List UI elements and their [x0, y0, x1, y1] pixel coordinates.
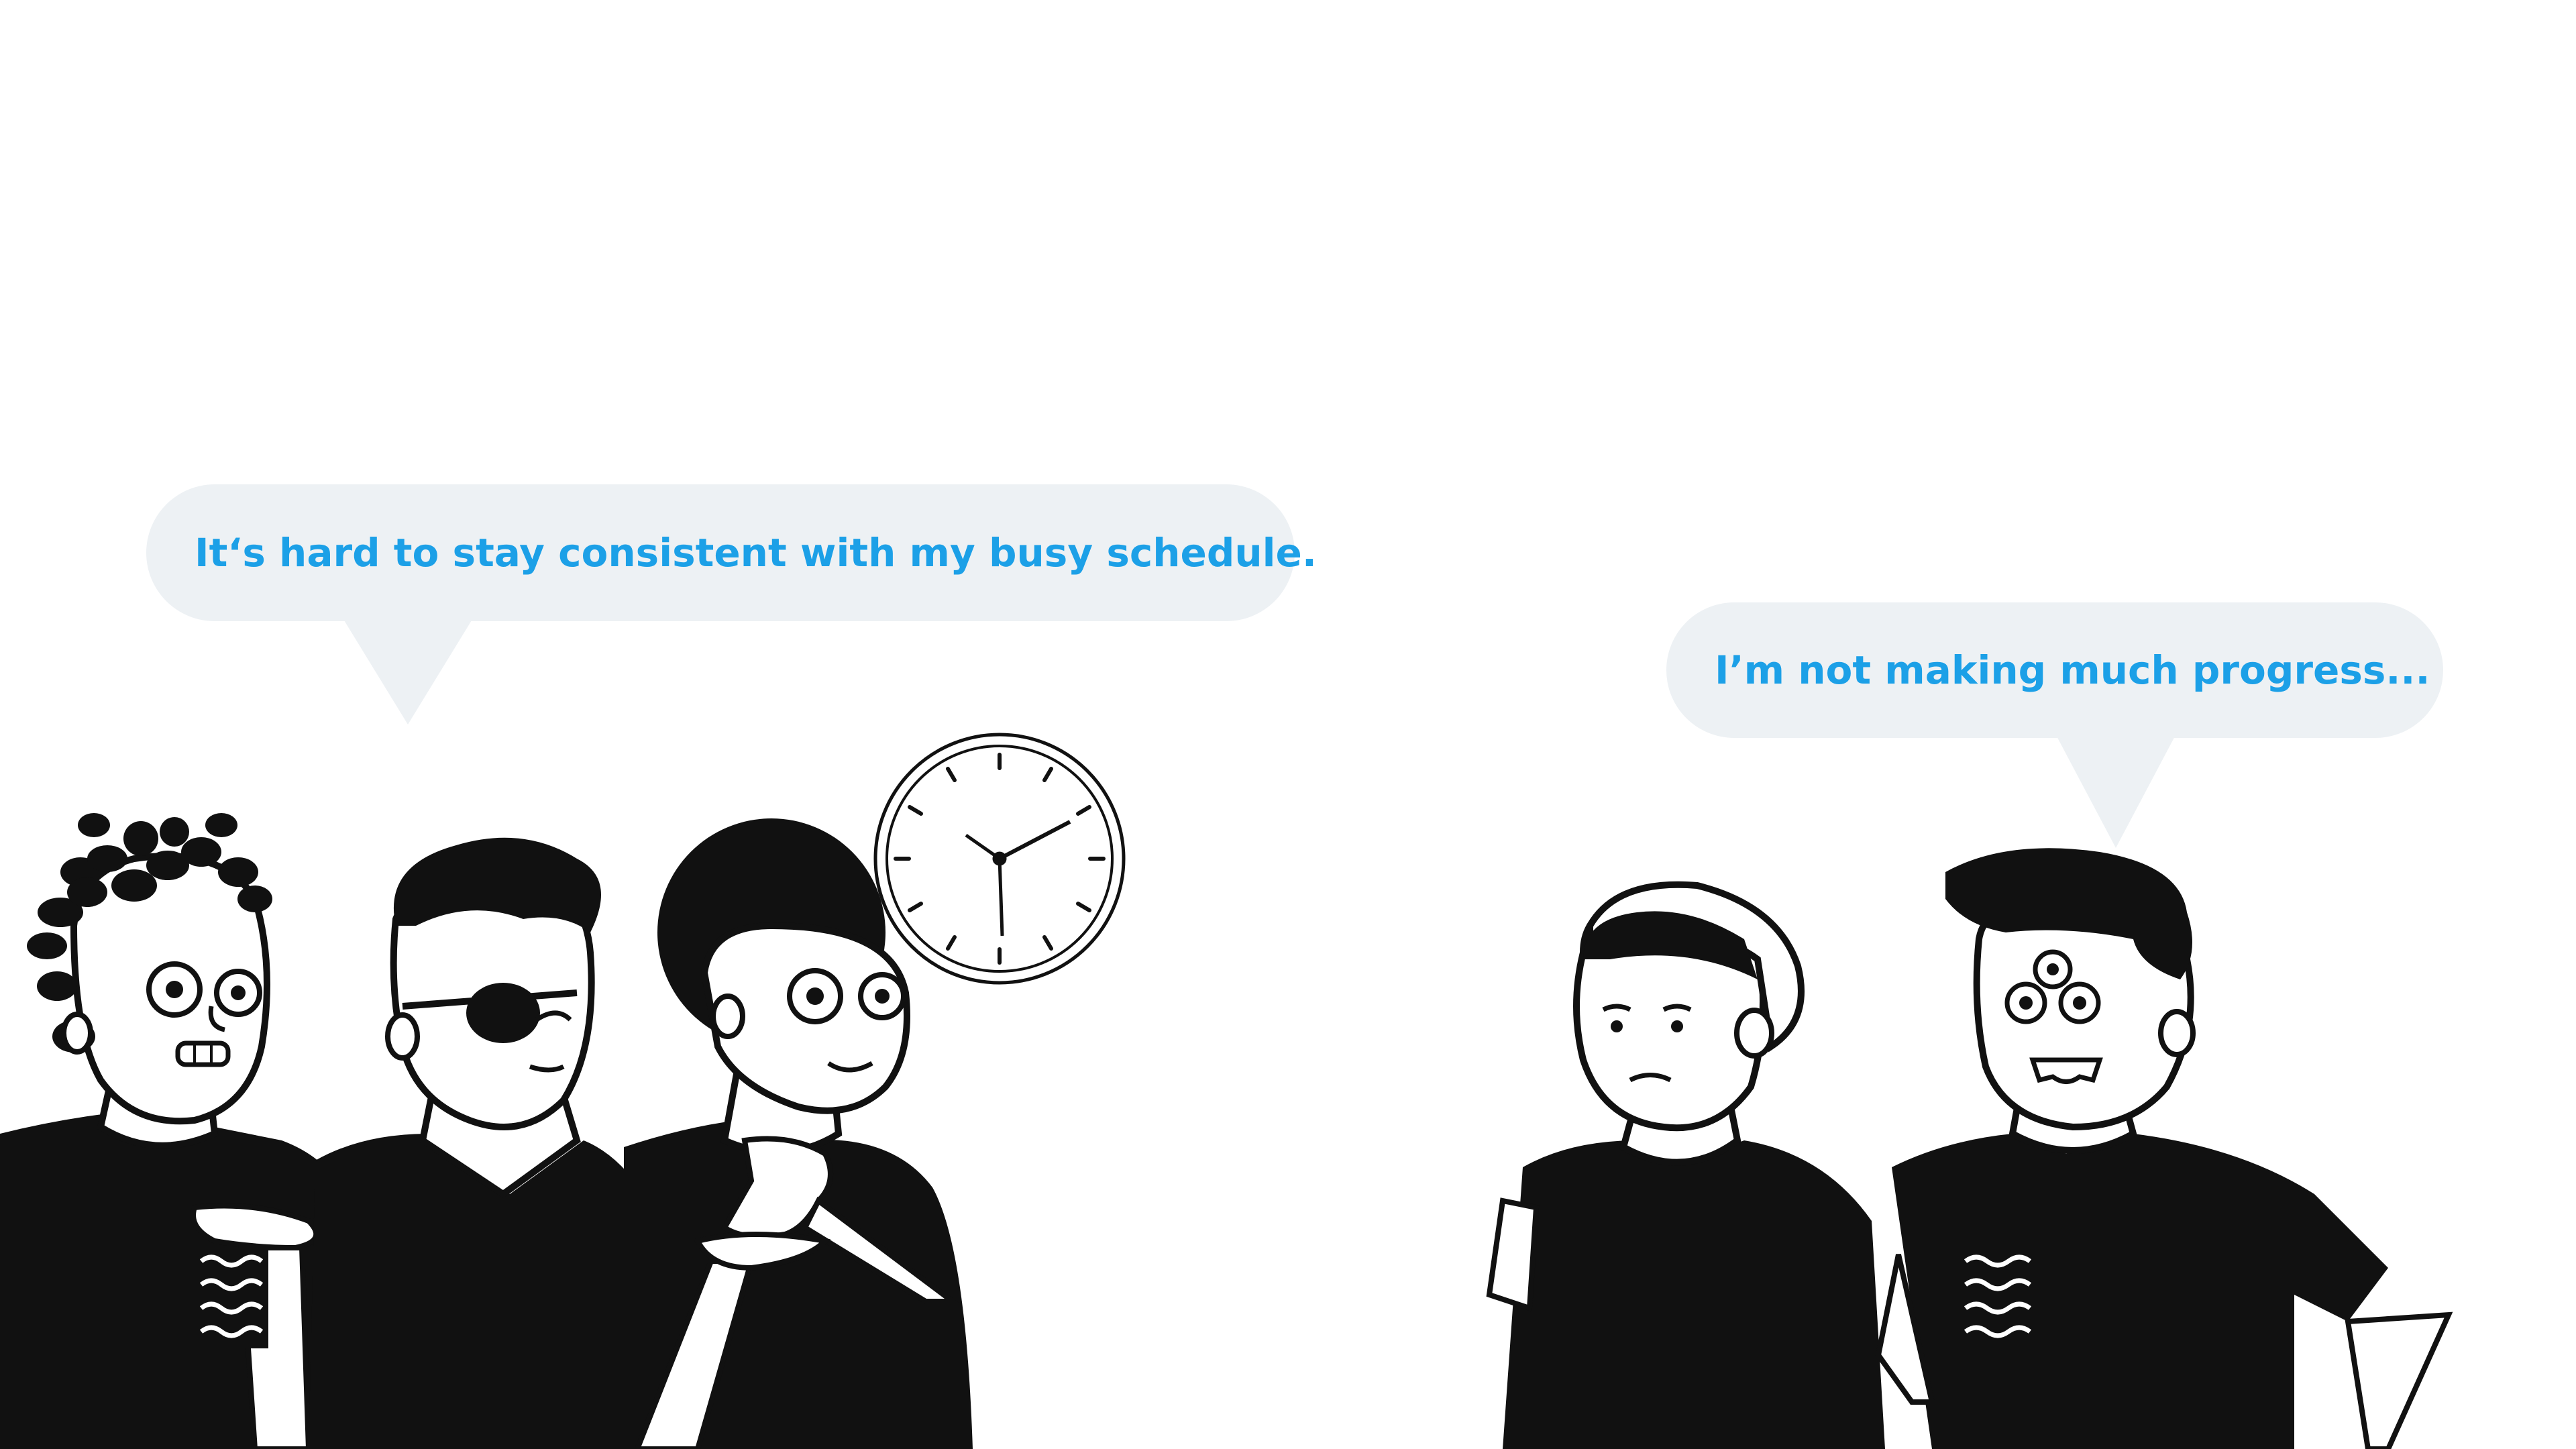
person-three-eyes-icon — [1875, 848, 2453, 1449]
illustration-scene: It‘s hard to stay consistent with my bus… — [0, 0, 2576, 1449]
person-beanie-icon — [1486, 881, 1885, 1449]
figures-drawing — [0, 733, 2453, 1449]
wall-clock-icon — [873, 733, 1126, 985]
person-eyepatch-icon — [309, 837, 657, 1449]
person-dreadlocks-icon — [0, 813, 349, 1449]
person-afro-icon — [624, 818, 973, 1449]
